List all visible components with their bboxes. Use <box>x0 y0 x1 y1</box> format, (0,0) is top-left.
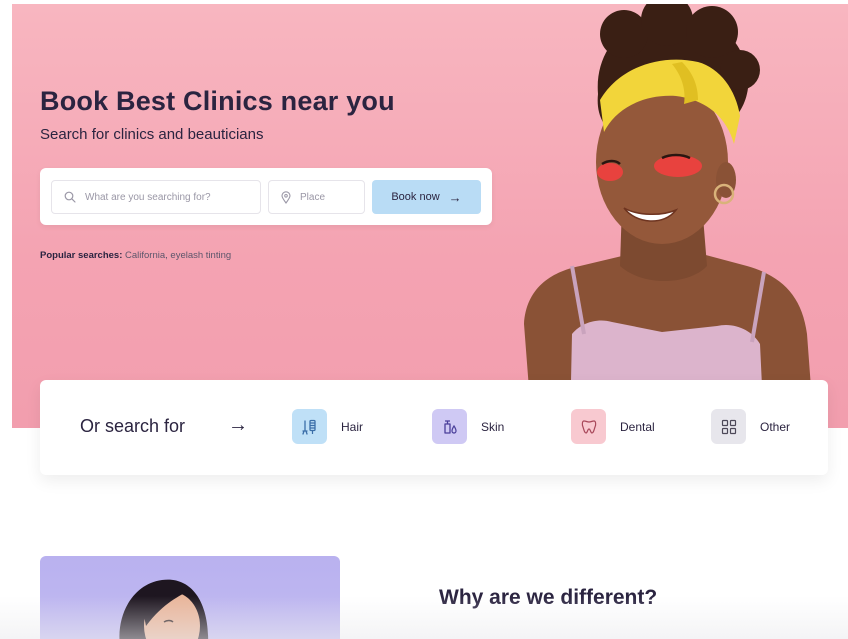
place-input-placeholder: Place <box>300 191 326 203</box>
popular-searches-terms[interactable]: California, eyelash tinting <box>125 250 231 261</box>
or-search-heading: Or search for <box>80 416 186 436</box>
category-card: Or search for → Hair Skin Dental Other <box>40 380 828 475</box>
popular-searches: Popular searches: California, eyelash ti… <box>40 250 231 261</box>
tooth-icon <box>571 409 606 444</box>
search-card: What are you searching for? Place Book n… <box>40 168 492 225</box>
category-label: Hair <box>341 419 364 434</box>
hero-banner: Book Best Clinics near you Search for cl… <box>12 4 848 428</box>
skin-bottle-icon <box>432 409 467 444</box>
location-pin-icon <box>281 190 291 204</box>
why-different-heading: Why are we different? <box>439 586 658 609</box>
category-skin[interactable]: Skin <box>432 409 504 444</box>
arrow-right-icon: → <box>448 189 462 205</box>
category-dental[interactable]: Dental <box>571 409 655 444</box>
category-label: Other <box>760 419 791 434</box>
category-label: Skin <box>481 419 505 434</box>
arrow-right-icon: → <box>228 414 248 436</box>
grid-icon <box>711 409 746 444</box>
search-icon <box>64 191 76 203</box>
category-hair[interactable]: Hair <box>292 409 363 444</box>
category-other[interactable]: Other <box>711 409 790 444</box>
promo-image-card <box>40 556 340 639</box>
book-now-button[interactable]: Book now → <box>372 180 481 214</box>
hero-woman-image <box>524 4 814 428</box>
hero-subtitle: Search for clinics and beauticians <box>40 126 264 143</box>
place-input[interactable]: Place <box>268 180 365 214</box>
search-input[interactable]: What are you searching for? <box>51 180 261 214</box>
promo-woman-image <box>119 579 209 639</box>
book-now-label: Book now <box>391 191 440 203</box>
hair-tools-icon <box>292 409 327 444</box>
category-label: Dental <box>620 419 655 434</box>
popular-searches-label: Popular searches: <box>40 250 123 261</box>
search-input-placeholder: What are you searching for? <box>85 191 211 203</box>
hero-title: Book Best Clinics near you <box>40 86 395 116</box>
